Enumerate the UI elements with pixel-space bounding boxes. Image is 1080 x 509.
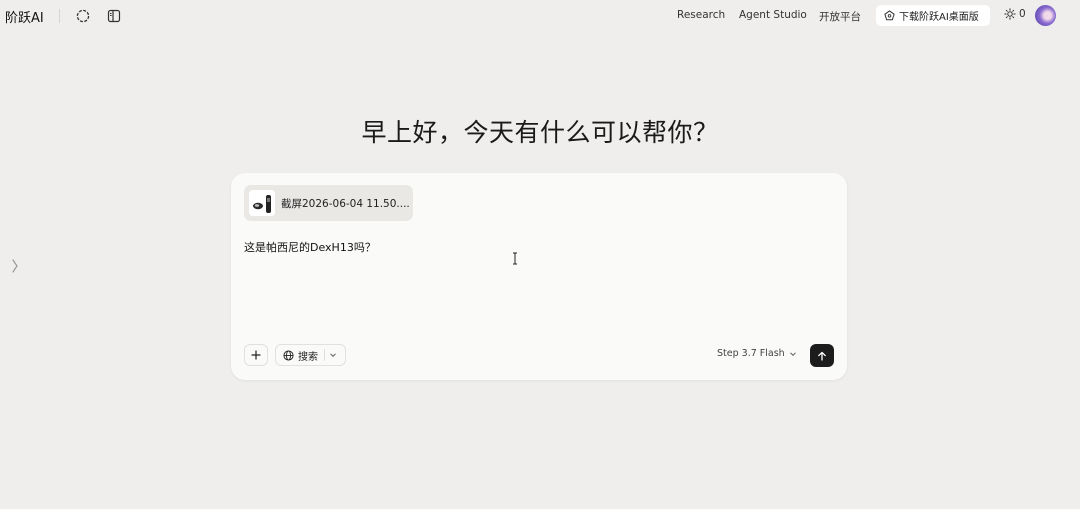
nav-open-platform[interactable]: 开放平台: [819, 9, 861, 24]
chevron-down-icon: [789, 351, 796, 356]
chevron-right-icon: [12, 259, 18, 273]
avatar[interactable]: [1035, 5, 1056, 26]
points-counter[interactable]: 0: [1004, 8, 1026, 20]
nav-research[interactable]: Research: [677, 9, 725, 21]
download-desktop-button[interactable]: 下载阶跃AI桌面版: [876, 5, 990, 26]
search-label: 搜索: [298, 351, 318, 363]
chat-composer: 截屏2026-06-04 11.50.... 这是帕西尼的DexH13吗？ 搜索…: [231, 173, 847, 380]
search-divider: [324, 349, 325, 361]
top-bar: 阶跃AI Research Agent Studio 开放平台 下载阶跃AI桌面…: [0, 0, 1080, 32]
globe-icon: [283, 349, 294, 361]
pentagon-icon: [884, 10, 895, 21]
download-label: 下载阶跃AI桌面版: [899, 12, 979, 23]
sun-icon: [1004, 8, 1016, 20]
send-button[interactable]: [810, 344, 834, 367]
search-toggle-button[interactable]: 搜索: [275, 344, 346, 366]
sidebar-panel-button[interactable]: [105, 7, 123, 25]
model-label: Step 3.7 Flash: [717, 348, 785, 359]
history-button[interactable]: [74, 7, 92, 25]
expand-sidebar-button[interactable]: [9, 257, 21, 275]
text-cursor-icon: [513, 252, 517, 265]
sidebar-panel-icon: [107, 9, 121, 23]
arrow-up-icon: [818, 351, 826, 361]
nav-agent-studio[interactable]: Agent Studio: [739, 9, 807, 21]
chevron-down-icon[interactable]: [329, 351, 337, 359]
attachment-thumbnail: [249, 190, 275, 216]
image-preview-icon: [249, 190, 275, 216]
brand-logo[interactable]: 阶跃AI: [5, 7, 44, 26]
points-value: 0: [1019, 8, 1026, 20]
circle-dashed-icon: [76, 9, 90, 23]
attachment-filename: 截屏2026-06-04 11.50....: [281, 197, 410, 210]
attachment-chip[interactable]: 截屏2026-06-04 11.50....: [244, 185, 413, 221]
prompt-input[interactable]: 这是帕西尼的DexH13吗？: [244, 239, 376, 255]
plus-icon: [251, 350, 261, 360]
model-selector[interactable]: Step 3.7 Flash: [717, 348, 797, 359]
greeting-heading: 早上好，今天有什么可以帮你？: [361, 118, 719, 147]
brand-divider: [59, 9, 60, 23]
add-attachment-button[interactable]: [244, 344, 268, 366]
